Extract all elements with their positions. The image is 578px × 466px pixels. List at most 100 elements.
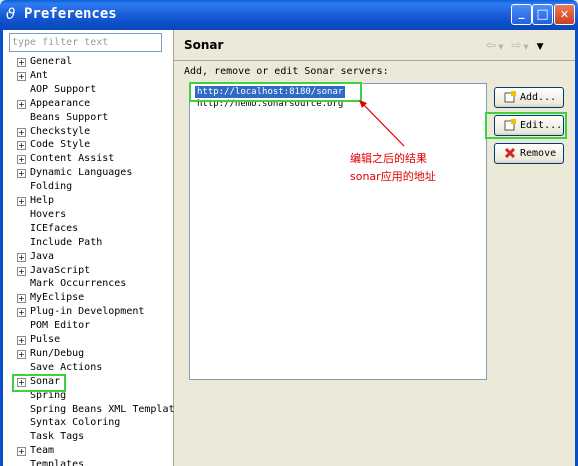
add-button[interactable]: Add...: [494, 87, 564, 108]
tree-item-label: Beans Support: [30, 111, 109, 123]
expand-icon[interactable]: +: [17, 266, 26, 276]
tree-item[interactable]: + Run/Debug: [3, 347, 173, 361]
tree-item-label: Task Tags: [30, 431, 85, 443]
view-menu-icon[interactable]: ▼: [537, 42, 546, 52]
tree-item[interactable]: + Checkstyle: [3, 125, 173, 139]
sonar-servers-list[interactable]: http://localhost:8180/sonar http://nemo.…: [189, 83, 487, 380]
expand-icon[interactable]: +: [17, 336, 26, 345]
expand-icon[interactable]: +: [17, 308, 26, 318]
tree-item[interactable]: + Content Assist: [3, 152, 173, 166]
tree-item-label: General: [30, 56, 73, 67]
preferences-navigation-pane: type filter text + General + Ant AOP Support…: [3, 30, 175, 466]
expand-icon[interactable]: +: [17, 294, 26, 304]
annotation-text-edited-result: 编辑之后的结果: [350, 152, 427, 165]
close-icon: ✕: [559, 8, 570, 21]
tree-item[interactable]: + JavaScript: [3, 264, 173, 278]
tree-item[interactable]: Hovers: [3, 208, 173, 222]
tree-item-label: Plug-in Development: [30, 306, 145, 318]
tree-item-label: AOP Support: [30, 83, 97, 95]
tree-item-label: Spring Beans XML Templat: [30, 403, 175, 415]
tree-item[interactable]: Beans Support: [3, 111, 173, 125]
minimize-button[interactable]: _: [511, 4, 532, 25]
remove-icon: [504, 147, 516, 159]
tree-item-label: Include Path: [30, 236, 103, 248]
tree-item[interactable]: + Plug-in Development: [3, 305, 173, 319]
tree-item[interactable]: + General: [3, 55, 173, 69]
title-bar[interactable]: ϑ Preferences _ □ ✕: [0, 0, 578, 30]
tree-item-label: Templates: [30, 459, 85, 466]
expand-icon[interactable]: +: [17, 58, 26, 67]
add-button-label: Add...: [520, 92, 557, 103]
tree-item[interactable]: POM Editor: [3, 319, 173, 333]
tree-item[interactable]: + Java: [3, 250, 173, 264]
preference-page: Sonar ⇦▼ ⇨▼ ▼ Add, remove or edit Sonar …: [174, 30, 575, 466]
tree-item-label: Java: [30, 250, 55, 262]
back-dropdown-icon[interactable]: ▼: [498, 43, 505, 51]
forward-arrow-icon[interactable]: ⇨: [511, 38, 523, 52]
expand-icon[interactable]: +: [17, 349, 26, 359]
tree-item-label: Syntax Coloring: [30, 417, 121, 429]
add-icon: [504, 91, 516, 103]
tree-item[interactable]: + Pulse: [3, 333, 173, 347]
expand-icon[interactable]: +: [17, 169, 26, 179]
tree-item[interactable]: + Dynamic Languages: [3, 166, 173, 180]
tree-item[interactable]: Folding: [3, 180, 173, 194]
edit-highlight-box: [485, 112, 567, 139]
expand-icon[interactable]: +: [17, 141, 26, 151]
server-highlight-box: [189, 82, 362, 102]
tree-item[interactable]: Task Tags: [3, 430, 173, 444]
back-arrow-icon[interactable]: ⇦: [486, 38, 498, 52]
tree-item-label: Code Style: [30, 139, 91, 151]
preferences-window: ϑ Preferences _ □ ✕ type filter text + Ge…: [0, 0, 578, 466]
maximize-button[interactable]: □: [532, 4, 553, 25]
tree-item-label: Pulse: [30, 334, 61, 345]
tree-item-label: Appearance: [30, 97, 91, 109]
page-title: Sonar: [184, 38, 224, 52]
tree-item[interactable]: + MyEclipse: [3, 291, 173, 305]
tree-item-label: ICEfaces: [30, 222, 79, 234]
tree-item-label: Mark Occurrences: [30, 278, 127, 290]
expand-icon[interactable]: +: [17, 197, 26, 206]
tree-item-label: Help: [30, 195, 55, 206]
remove-button[interactable]: Remove: [494, 143, 564, 164]
tree-item[interactable]: Save Actions: [3, 361, 173, 375]
tree-item[interactable]: ICEfaces: [3, 222, 173, 236]
tree-item[interactable]: Mark Occurrences: [3, 277, 173, 291]
tree-item-label: Dynamic Languages: [30, 167, 133, 179]
tree-item[interactable]: + Help: [3, 194, 173, 208]
annotation-text-sonar-address: sonar应用的地址: [350, 170, 436, 183]
tree-item[interactable]: Include Path: [3, 236, 173, 250]
servers-description: Add, remove or edit Sonar servers:: [184, 66, 389, 77]
tree-item-label: MyEclipse: [30, 292, 85, 304]
expand-icon[interactable]: +: [17, 71, 26, 81]
tree-item[interactable]: Templates: [3, 458, 173, 466]
tree-item-label: Ant: [30, 69, 49, 81]
filter-input[interactable]: type filter text: [9, 33, 162, 52]
window-title: Preferences: [24, 6, 117, 22]
tree-item-label: POM Editor: [30, 320, 91, 332]
tree-item-label: Hovers: [30, 208, 67, 220]
tree-item[interactable]: Spring Beans XML Templat: [3, 403, 175, 417]
header-separator: [174, 60, 575, 61]
tree-item[interactable]: AOP Support: [3, 83, 173, 97]
sonar-highlight-box: [12, 374, 66, 392]
tree-item[interactable]: Syntax Coloring: [3, 416, 173, 430]
forward-dropdown-icon[interactable]: ▼: [523, 43, 530, 51]
expand-icon[interactable]: +: [17, 447, 26, 457]
expand-icon[interactable]: +: [17, 99, 26, 109]
tree-item[interactable]: + Appearance: [3, 97, 173, 111]
expand-icon[interactable]: +: [17, 155, 26, 165]
tree-item-label: JavaScript: [30, 264, 91, 276]
tree-item[interactable]: + Code Style: [3, 138, 173, 152]
expand-icon[interactable]: +: [17, 252, 26, 262]
tree-item-label: Content Assist: [30, 153, 115, 165]
tree-item-label: Folding: [30, 181, 73, 193]
close-button[interactable]: ✕: [554, 4, 575, 25]
expand-icon[interactable]: +: [17, 127, 26, 137]
tree-item[interactable]: + Team: [3, 444, 173, 458]
tree-item[interactable]: + Ant: [3, 69, 173, 83]
tree-item-label: Team: [30, 445, 55, 457]
tree-item-label: Run/Debug: [30, 347, 85, 359]
remove-button-label: Remove: [520, 148, 557, 159]
minimize-icon: _: [518, 5, 525, 19]
